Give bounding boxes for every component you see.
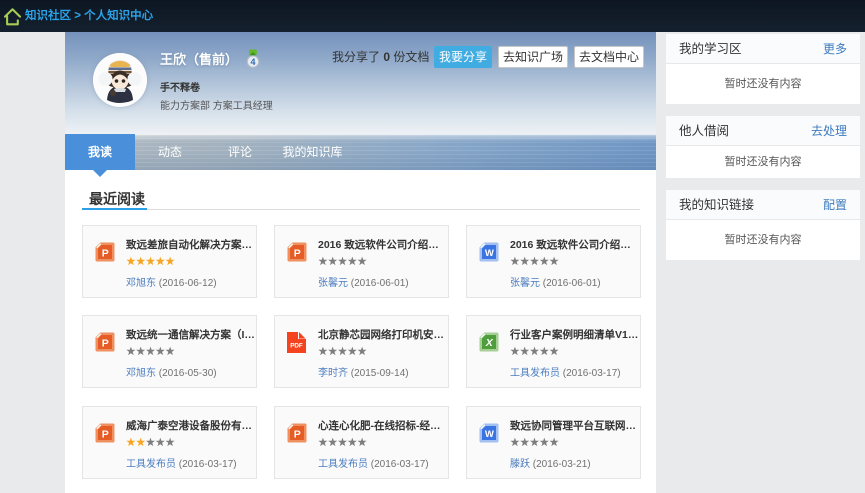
svg-text:W: W <box>485 429 494 440</box>
svg-text:P: P <box>102 337 109 349</box>
svg-text:P: P <box>102 428 109 440</box>
svg-text:W: W <box>485 248 494 259</box>
svg-text:4: 4 <box>250 57 255 67</box>
svg-text:PDF: PDF <box>290 342 303 349</box>
svg-text:X: X <box>485 337 494 349</box>
svg-text:P: P <box>102 247 109 259</box>
svg-text:P: P <box>294 247 301 259</box>
svg-text:P: P <box>294 428 301 440</box>
